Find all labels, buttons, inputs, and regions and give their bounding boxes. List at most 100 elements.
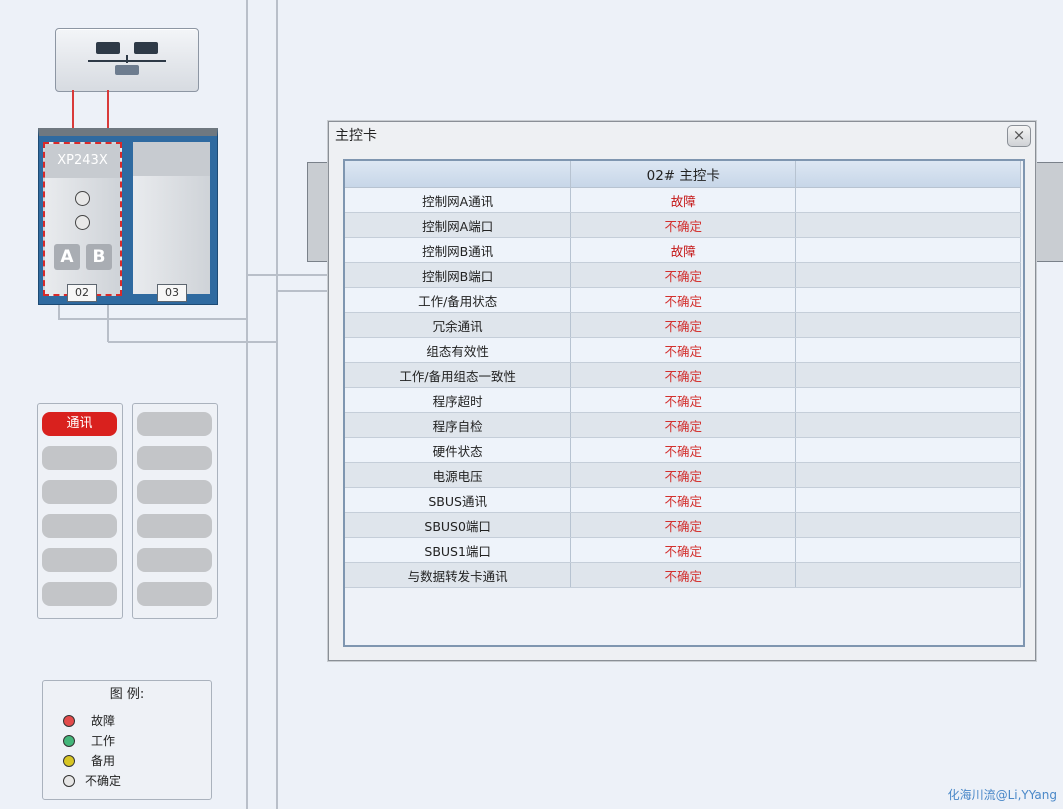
status-pill[interactable]	[42, 514, 117, 538]
status-item-value: 不确定	[570, 537, 797, 563]
table-row[interactable]: 与数据转发卡通讯 不确定	[345, 562, 1021, 588]
comm-status-pill[interactable]: 通讯	[42, 412, 117, 436]
status-item-name: 程序自检	[345, 412, 572, 438]
status-item-value: 不确定	[570, 287, 797, 313]
table-row[interactable]: 程序超时 不确定	[345, 387, 1021, 413]
table-row[interactable]: 组态有效性 不确定	[345, 337, 1021, 363]
legend-fault-icon	[63, 715, 75, 727]
status-item-name: 控制网B通讯	[345, 237, 572, 263]
status-item-value: 不确定	[570, 362, 797, 388]
table-row[interactable]: 程序自检 不确定	[345, 412, 1021, 438]
empty-cell	[795, 337, 1021, 363]
status-item-name: SBUS0端口	[345, 512, 572, 538]
status-item-value: 不确定	[570, 387, 797, 413]
status-pill[interactable]	[137, 446, 212, 470]
status-item-name: 与数据转发卡通讯	[345, 562, 572, 588]
wire	[58, 318, 248, 320]
table-row[interactable]: 控制网A通讯 故障	[345, 187, 1021, 213]
wire	[248, 274, 328, 276]
status-table: 02# 主控卡 控制网A通讯 故障 控制网A端口 不确定 控制网B通讯 故障 控制网B端口不…	[345, 161, 1021, 588]
table-row[interactable]: SBUS1端口 不确定	[345, 537, 1021, 563]
background-window-edge	[1036, 162, 1063, 262]
card-model-label: XP243X	[45, 144, 120, 178]
status-item-value: 不确定	[570, 412, 797, 438]
slot-number-03: 03	[157, 284, 187, 302]
status-item-value: 不确定	[570, 212, 797, 238]
empty-cell	[795, 287, 1021, 313]
legend-standby-label: 备用	[91, 754, 116, 768]
status-item-name: 组态有效性	[345, 337, 572, 363]
empty-cell	[795, 212, 1021, 238]
status-pill[interactable]	[42, 480, 117, 504]
empty-cell	[795, 512, 1021, 538]
empty-cell	[795, 562, 1021, 588]
status-table-frame: 02# 主控卡 控制网A通讯 故障 控制网A端口 不确定 控制网B通讯 故障 控制网B端口不…	[343, 159, 1025, 647]
main-control-card-dialog: 主控卡 × 02# 主控卡 控制网A通讯 故障 控制网A端口 不确定 控制网B通讯 故障控…	[328, 121, 1036, 661]
status-pill[interactable]	[137, 548, 212, 572]
empty-cell	[795, 462, 1021, 488]
empty-cell	[795, 537, 1021, 563]
table-row[interactable]: 工作/备用状态 不确定	[345, 287, 1021, 313]
table-row[interactable]: 控制网B端口 不确定	[345, 262, 1021, 288]
status-item-name: 控制网A通讯	[345, 187, 572, 213]
table-row[interactable]: 控制网A端口 不确定	[345, 212, 1021, 238]
table-row[interactable]: 工作/备用组态一致性 不确定	[345, 362, 1021, 388]
status-item-value: 不确定	[570, 262, 797, 288]
empty-cell	[795, 187, 1021, 213]
status-pill[interactable]	[42, 582, 117, 606]
status-pill[interactable]	[42, 446, 117, 470]
legend-uncertain-label: 不确定	[85, 774, 122, 788]
status-item-value: 不确定	[570, 437, 797, 463]
dialog-title: 主控卡	[335, 128, 377, 144]
empty-cell	[795, 262, 1021, 288]
close-button[interactable]: ×	[1007, 125, 1031, 147]
status-item-value: 故障	[570, 187, 797, 213]
status-item-value: 不确定	[570, 462, 797, 488]
empty-cell	[795, 362, 1021, 388]
table-row[interactable]: 硬件状态 不确定	[345, 437, 1021, 463]
bus-line	[246, 0, 248, 809]
indicator-led-icon	[75, 215, 90, 230]
status-pill[interactable]	[42, 548, 117, 572]
status-panel-right	[132, 403, 218, 619]
table-row[interactable]: 冗余通讯 不确定	[345, 312, 1021, 338]
table-row[interactable]: SBUS0端口 不确定	[345, 512, 1021, 538]
legend-working-icon	[63, 735, 75, 747]
status-pill[interactable]	[137, 514, 212, 538]
status-pill[interactable]	[137, 582, 212, 606]
status-panel-left: 通讯	[37, 403, 123, 619]
main-control-card-02[interactable]: XP243X A B	[43, 142, 122, 296]
empty-cell	[795, 437, 1021, 463]
status-pill[interactable]	[137, 480, 212, 504]
column-header	[345, 161, 572, 188]
status-item-value: 不确定	[570, 487, 797, 513]
watermark: 化海川流@Li,YYang	[947, 788, 1057, 802]
status-item-value: 不确定	[570, 512, 797, 538]
status-item-name: SBUS1端口	[345, 537, 572, 563]
status-pill[interactable]	[137, 412, 212, 436]
empty-cell	[795, 312, 1021, 338]
bus-line	[276, 0, 278, 809]
network-link-b	[107, 90, 109, 130]
empty-cell	[795, 237, 1021, 263]
wire	[278, 290, 328, 292]
table-row[interactable]: 电源电压 不确定	[345, 462, 1021, 488]
column-header-card: 02# 主控卡	[570, 161, 797, 188]
legend-working-label: 工作	[91, 734, 116, 748]
card-slot-03[interactable]	[133, 142, 210, 294]
legend-uncertain-icon	[63, 775, 75, 787]
status-item-value: 不确定	[570, 337, 797, 363]
status-item-name: 电源电压	[345, 462, 572, 488]
table-row[interactable]: SBUS通讯 不确定	[345, 487, 1021, 513]
status-item-name: 硬件状态	[345, 437, 572, 463]
empty-cell	[795, 487, 1021, 513]
network-link-a	[72, 90, 74, 130]
table-row[interactable]: 控制网B通讯 故障	[345, 237, 1021, 263]
column-header	[795, 161, 1021, 188]
port-a-button[interactable]: A	[54, 244, 80, 270]
legend-fault-label: 故障	[91, 714, 116, 728]
network-switch-icon[interactable]	[55, 28, 199, 92]
status-item-value: 不确定	[570, 562, 797, 588]
status-item-name: 工作/备用组态一致性	[345, 362, 572, 388]
port-b-button[interactable]: B	[86, 244, 112, 270]
